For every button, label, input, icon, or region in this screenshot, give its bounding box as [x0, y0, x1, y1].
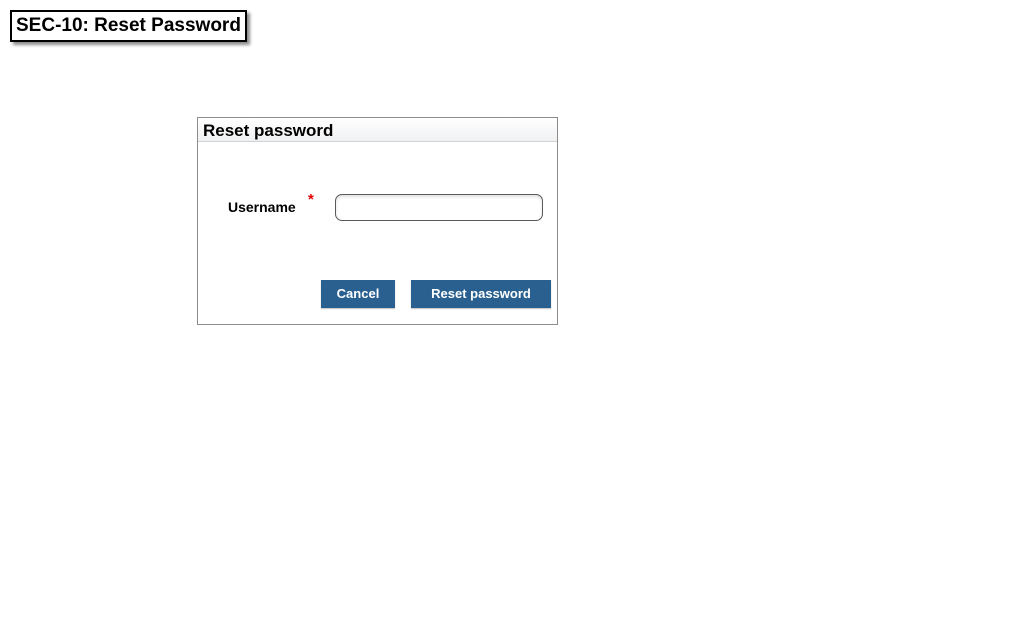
dialog-title: Reset password: [198, 118, 557, 142]
screen-id-label: SEC-10: Reset Password: [10, 10, 247, 42]
page: SEC-10: Reset Password Reset password Us…: [0, 0, 1036, 637]
username-input[interactable]: [335, 194, 543, 221]
required-asterisk: *: [308, 191, 314, 208]
reset-password-dialog: Reset password Username * Cancel Reset p…: [197, 117, 558, 325]
cancel-button[interactable]: Cancel: [321, 280, 395, 308]
reset-password-button[interactable]: Reset password: [411, 280, 551, 308]
username-label: Username: [228, 199, 296, 215]
